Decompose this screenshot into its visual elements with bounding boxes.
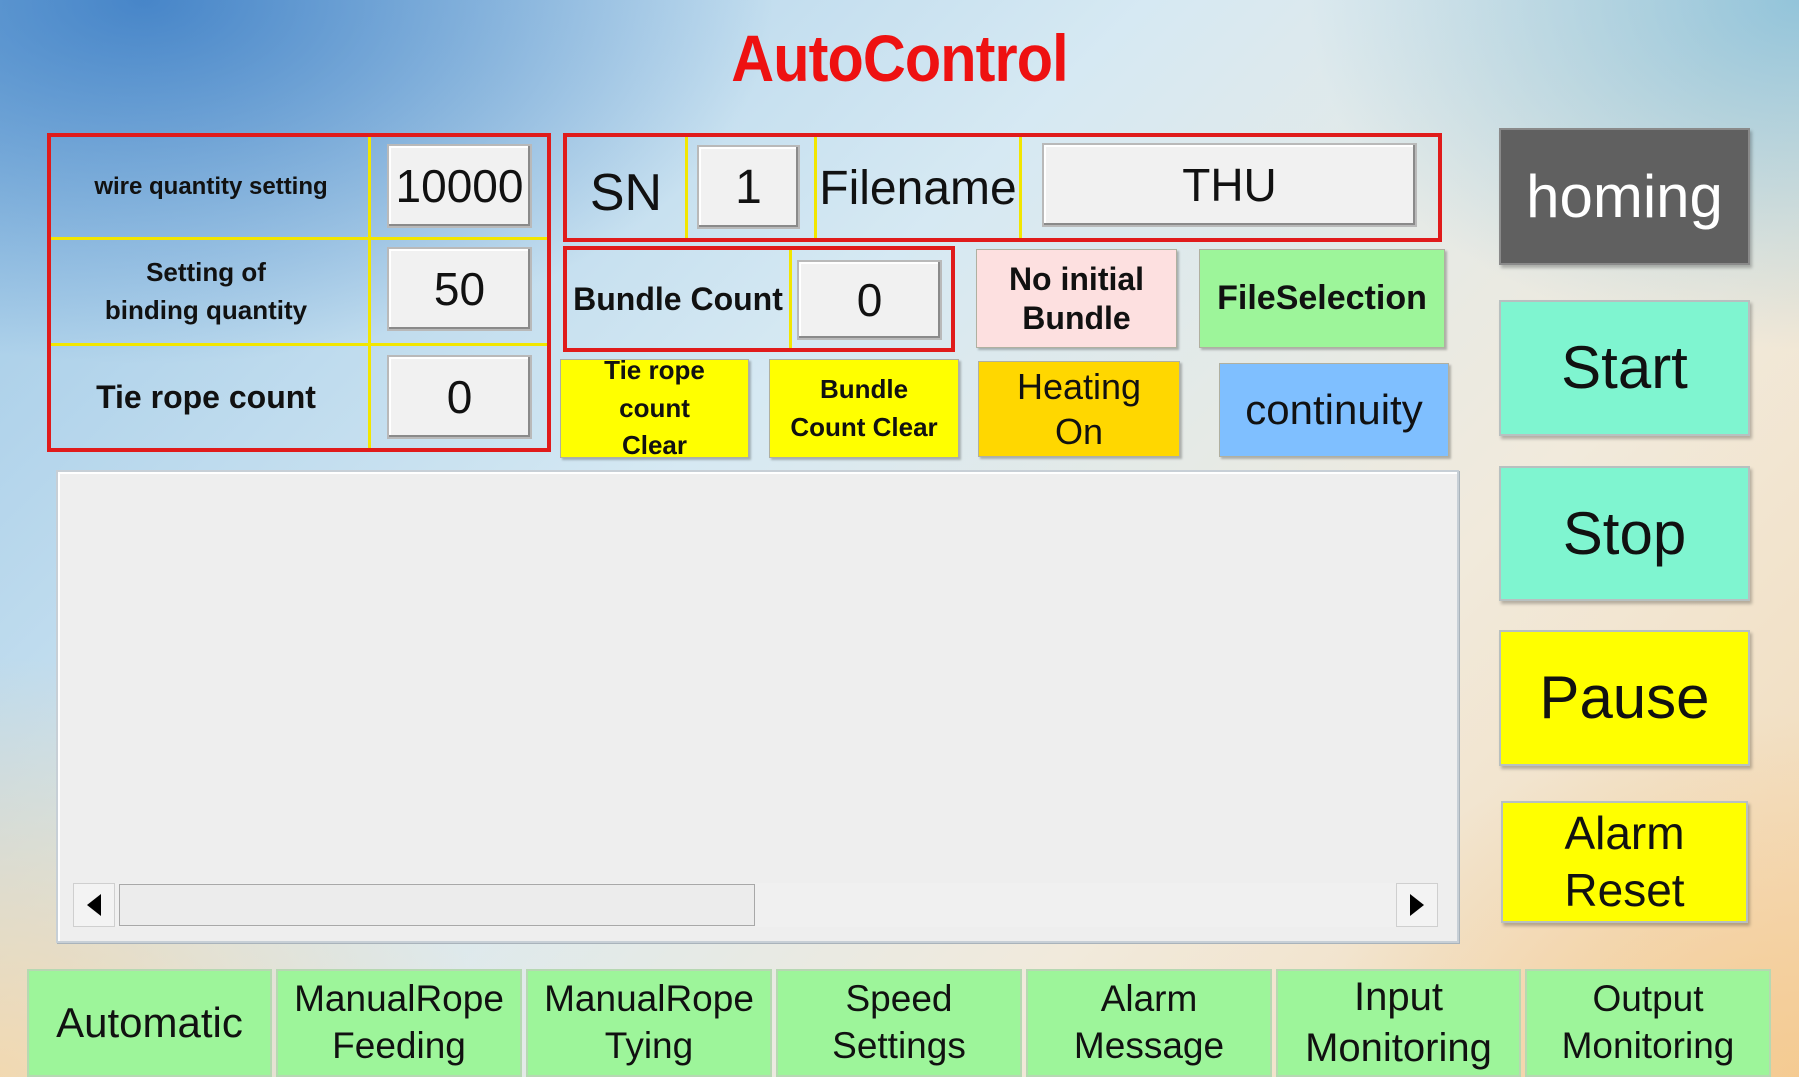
tie-rope-count-clear-button[interactable]: Tie rope count Clear [560,355,749,460]
bundle-count-clear-button[interactable]: Bundle Count Clear [769,359,959,458]
triangle-left-icon [87,894,101,916]
file-box: SN 1 Filename THU [563,133,1442,242]
bundle-count-box: Bundle Count 0 [563,246,955,352]
wire-quantity-field[interactable]: 10000 [387,144,532,228]
tie-rope-count-field[interactable]: 0 [387,355,532,439]
nav-speed-settings[interactable]: Speed Settings [776,969,1022,1077]
settings-divider-vertical [368,137,371,448]
file-divider-3 [1019,137,1022,238]
filename-field[interactable]: THU [1042,143,1417,227]
display-panel [56,470,1459,943]
settings-box: wire quantity setting 10000 Setting of b… [47,133,551,452]
nav-alarm-message[interactable]: Alarm Message [1026,969,1272,1077]
nav-automatic[interactable]: Automatic [27,969,272,1077]
heating-on-button[interactable]: Heating On [978,361,1180,457]
continuity-button[interactable]: continuity [1219,363,1449,457]
bundle-divider [789,250,792,348]
stop-button[interactable]: Stop [1499,466,1750,601]
horizontal-scrollbar[interactable] [73,883,1438,927]
bundle-count-label: Bundle Count [573,280,783,317]
binding-quantity-field[interactable]: 50 [387,247,532,331]
tie-rope-count-label: Tie rope count [96,378,316,415]
wire-quantity-label: wire quantity setting [94,173,328,200]
sn-field[interactable]: 1 [697,145,800,229]
nav-manual-rope-tying[interactable]: ManualRope Tying [526,969,772,1077]
nav-input-monitoring[interactable]: Input Monitoring [1276,969,1521,1077]
file-selection-button[interactable]: FileSelection [1199,249,1445,348]
homing-button[interactable]: homing [1499,128,1750,265]
nav-manual-rope-feeding[interactable]: ManualRope Feeding [276,969,522,1077]
alarm-reset-button[interactable]: Alarm Reset [1501,801,1748,923]
nav-output-monitoring[interactable]: Output Monitoring [1525,969,1771,1077]
scroll-right-button[interactable] [1396,883,1438,927]
start-button[interactable]: Start [1499,300,1750,436]
page-title: AutoControl [731,21,1068,95]
scrollbar-thumb[interactable] [119,884,755,926]
pause-button[interactable]: Pause [1499,630,1750,766]
sn-label: SN [589,163,663,222]
filename-label: Filename [819,162,1017,215]
scroll-left-button[interactable] [73,883,115,927]
no-initial-bundle-button[interactable]: No initial Bundle [976,249,1177,348]
bundle-count-field[interactable]: 0 [797,260,942,340]
triangle-right-icon [1410,894,1424,916]
binding-quantity-label: Setting of binding quantity [104,256,308,325]
file-divider-1 [685,137,688,238]
